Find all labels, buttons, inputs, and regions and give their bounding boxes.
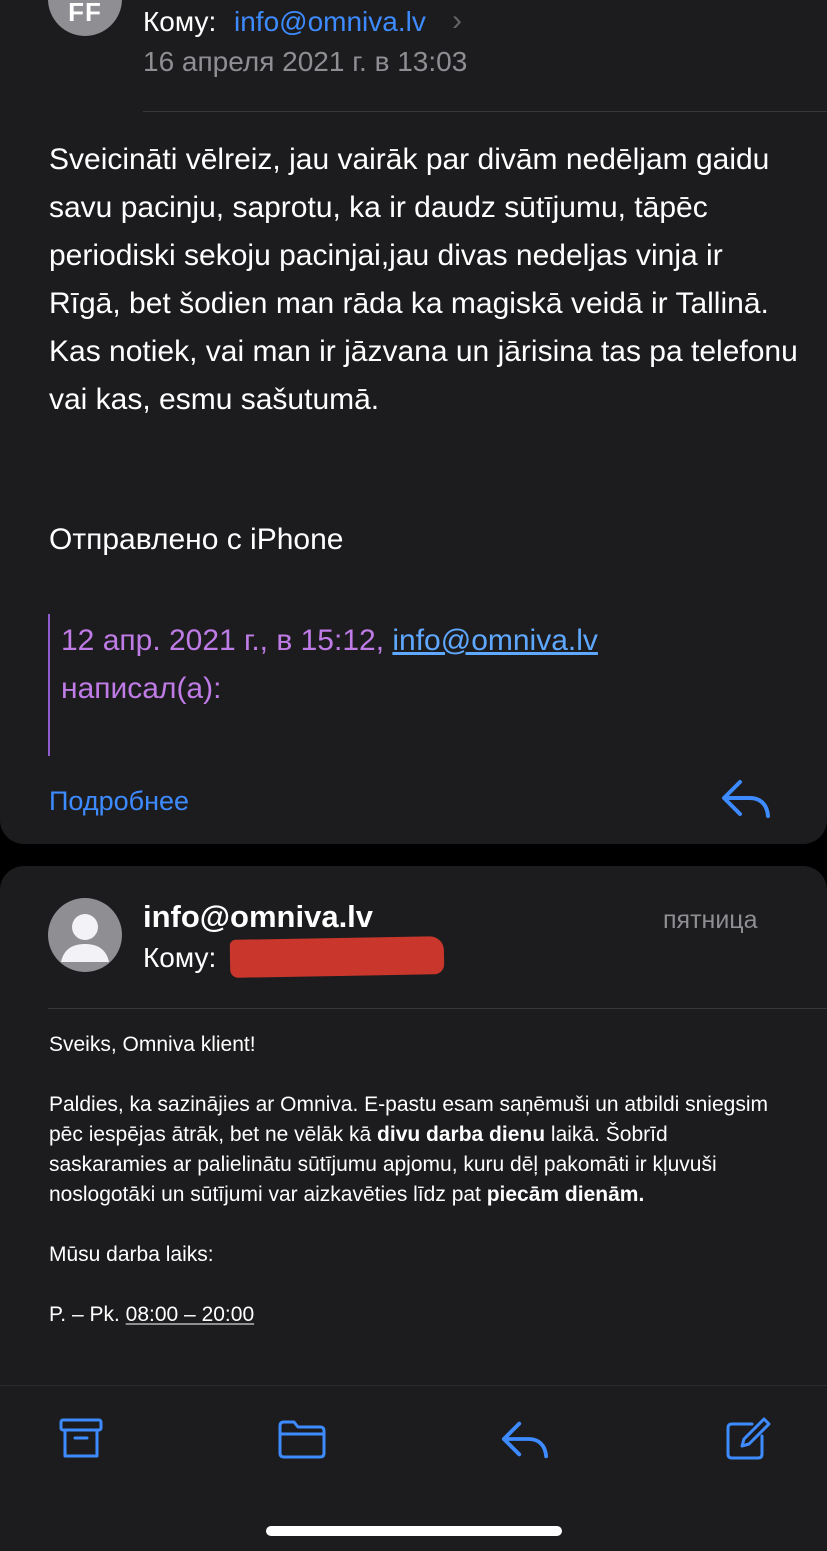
header-divider-2 (48, 1008, 827, 1009)
reply-icon[interactable] (500, 1416, 550, 1462)
quote-suffix: написал(а): (61, 672, 222, 705)
folder-icon[interactable] (277, 1416, 327, 1462)
to-label: Кому: (143, 6, 217, 37)
recipient-address[interactable]: info@omniva.lv (234, 6, 426, 38)
redaction-mark (229, 936, 445, 978)
para-bold-2: piecām dienām. (486, 1183, 645, 1206)
message-card-1: FF Кому: info@omniva.lv › 16 апреля 2021… (0, 0, 827, 844)
quote-link[interactable]: info@omniva.lv (392, 624, 598, 657)
para-bold: divu darba dienu (377, 1123, 546, 1146)
sender-address[interactable]: info@omniva.lv (143, 899, 373, 935)
message-date: 16 апреля 2021 г. в 13:03 (143, 46, 468, 77)
sender-avatar-2 (48, 898, 122, 972)
archive-icon[interactable] (57, 1416, 107, 1462)
message-body: Sveicināti vēlreiz, jau vairāk par divām… (49, 143, 798, 416)
message-body-2: Sveiks, Omniva klient! Paldies, ka sazin… (49, 1030, 789, 1330)
greeting: Sveiks, Omniva klient! (49, 1033, 256, 1056)
signature: Отправлено с iPhone (49, 523, 344, 556)
bottom-toolbar (0, 1385, 827, 1551)
paragraph-1: Paldies, ka sazinājies ar Omniva. E-past… (49, 1090, 789, 1210)
hours-line: P. – Pk. 08:00 – 20:00 (49, 1300, 789, 1330)
header-divider (143, 111, 827, 112)
reply-icon[interactable] (720, 776, 772, 820)
hours-days: P. – Pk. (49, 1303, 126, 1326)
to-label-2: Кому: (143, 942, 217, 973)
quote-bar (48, 614, 50, 756)
avatar-initials: FF (68, 0, 102, 27)
quote-prefix: 12 апр. 2021 г., в 15:12, (61, 624, 393, 657)
quote-header: 12 апр. 2021 г., в 15:12, info@omniva.lv… (61, 617, 781, 713)
hours-title: Mūsu darba laiks: (49, 1243, 214, 1266)
sender-avatar: FF (48, 0, 122, 36)
message-day: пятница (663, 906, 758, 934)
chevron-right-icon[interactable]: › (452, 4, 462, 38)
person-icon (61, 914, 109, 962)
home-indicator[interactable] (266, 1526, 562, 1536)
more-details-link[interactable]: Подробнее (49, 786, 189, 817)
compose-icon[interactable] (722, 1416, 772, 1462)
hours-time[interactable]: 08:00 – 20:00 (126, 1303, 254, 1326)
